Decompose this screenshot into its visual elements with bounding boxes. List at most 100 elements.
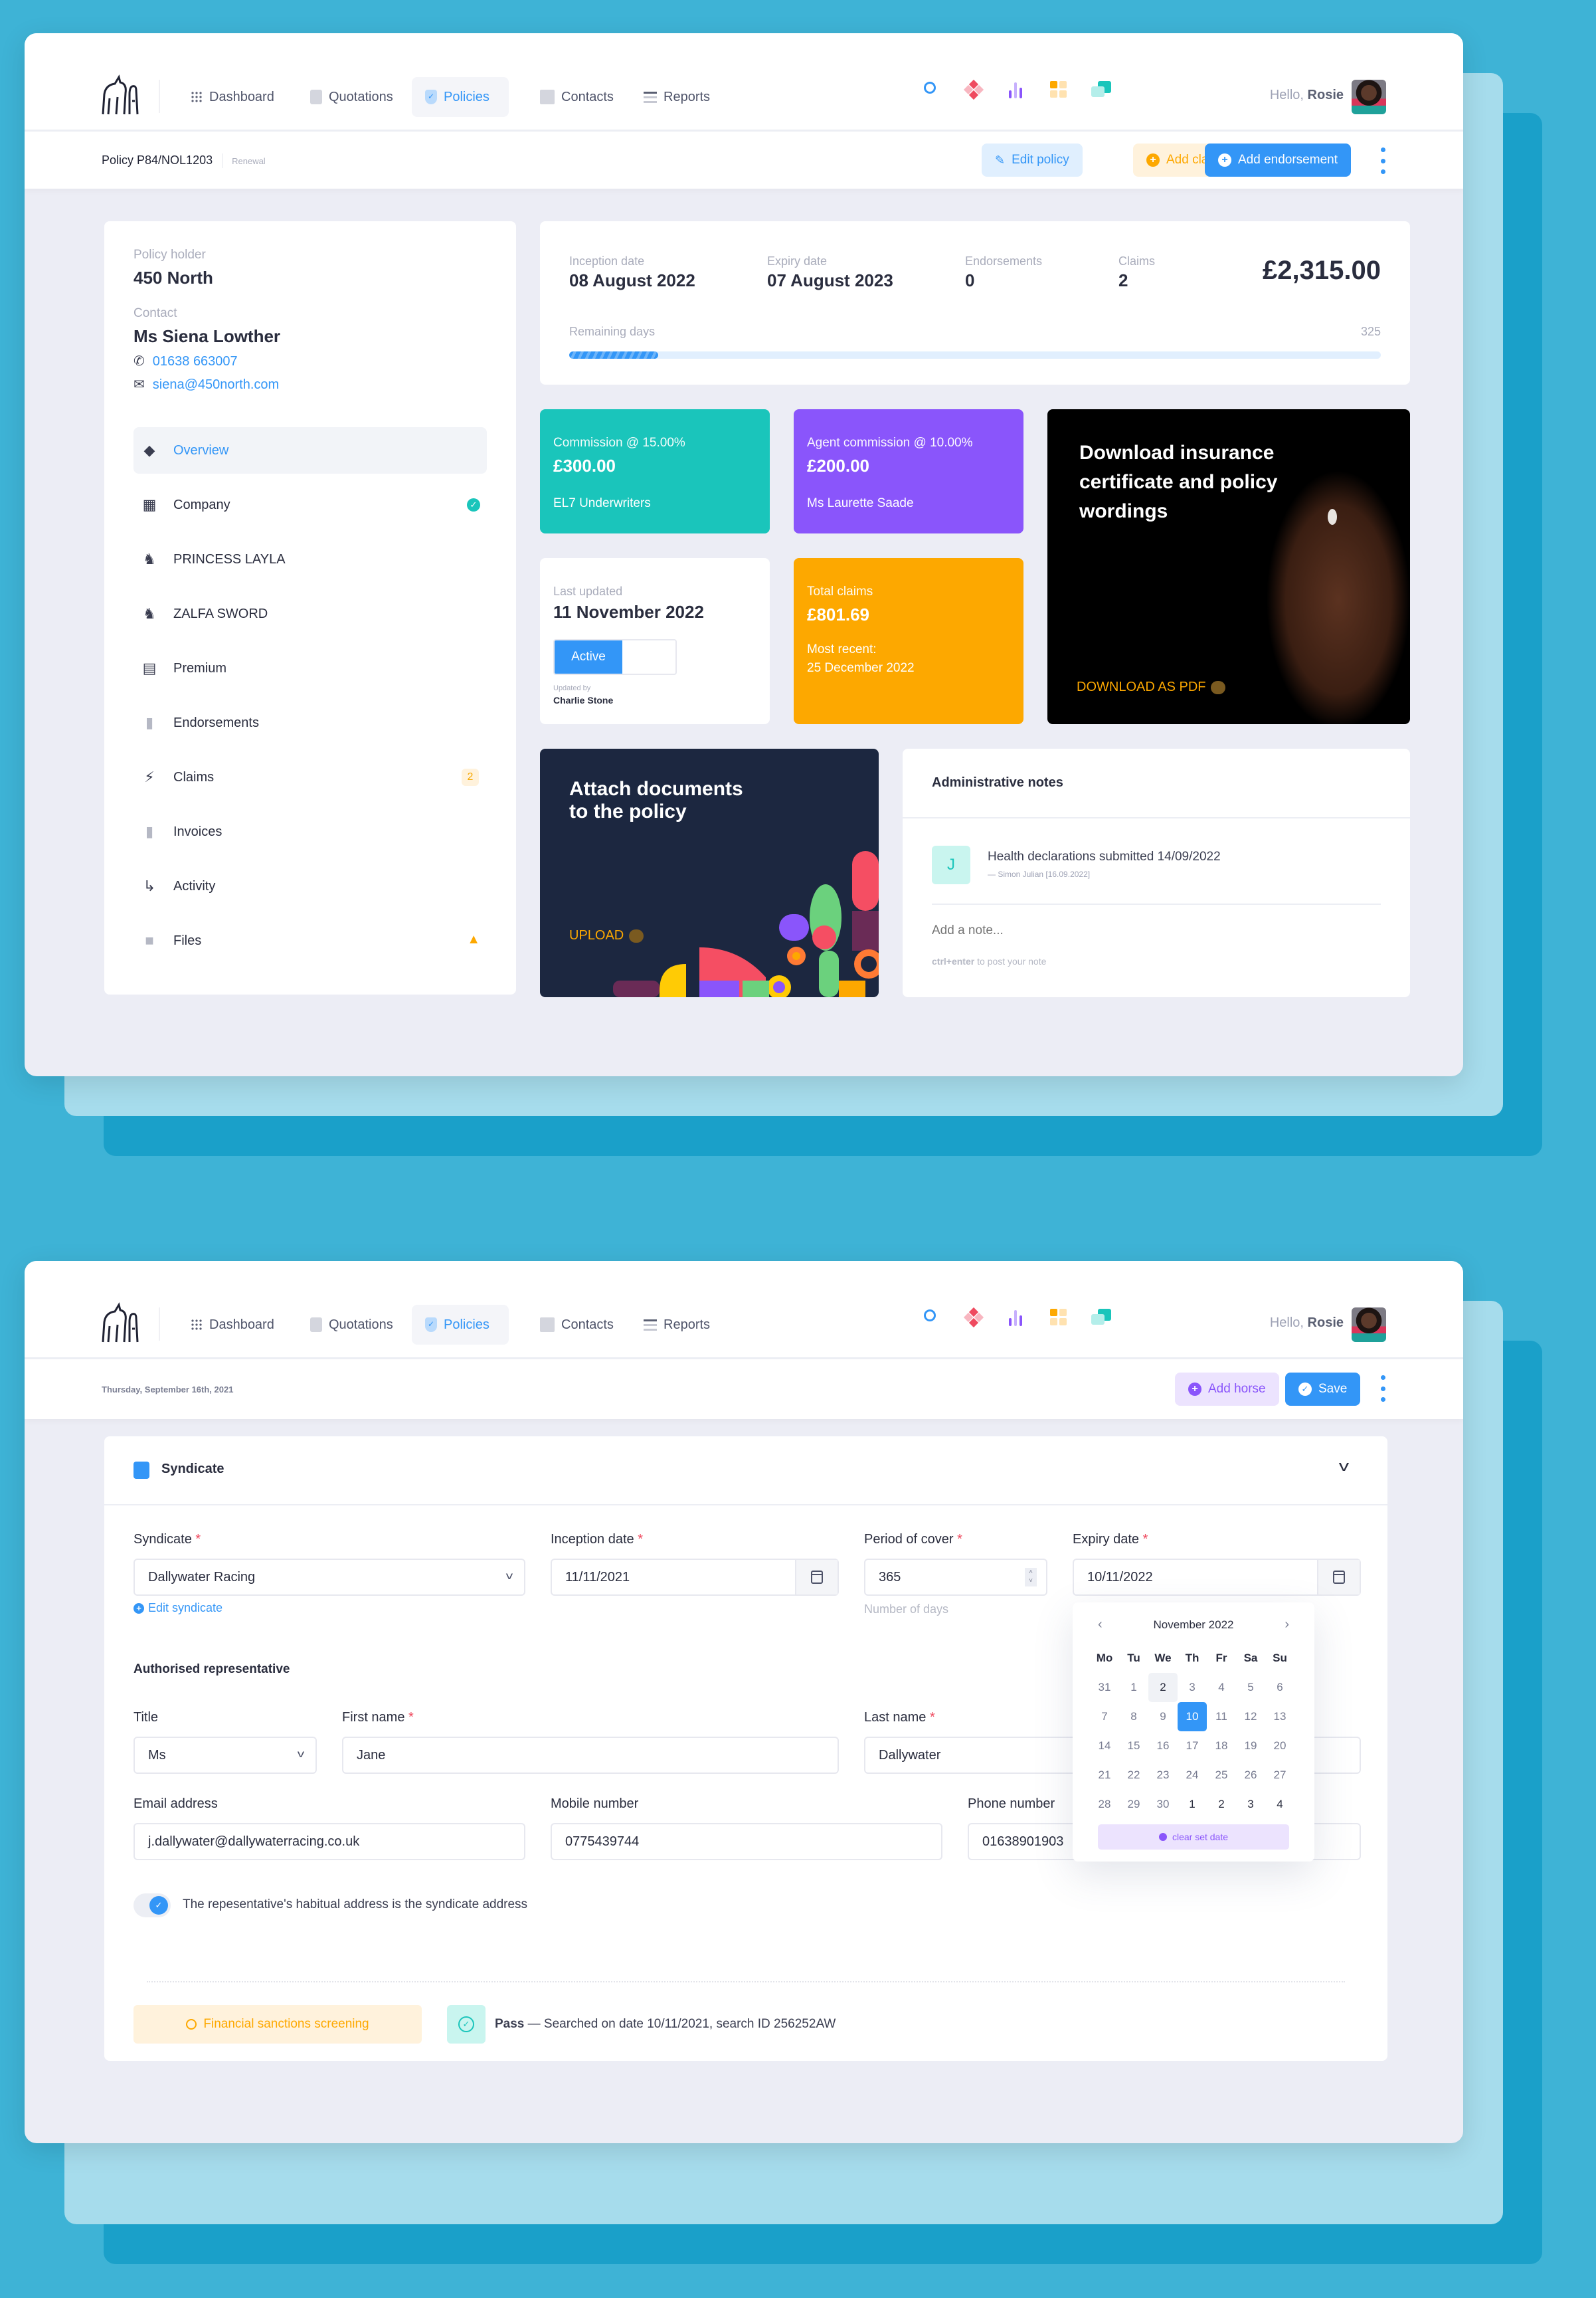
- bar-chart-icon[interactable]: [1006, 80, 1026, 100]
- calendar-day[interactable]: 20: [1265, 1731, 1294, 1761]
- contact-email[interactable]: ✉ siena@450north.com: [133, 376, 279, 393]
- attach-documents-card[interactable]: Attach documents to the policy UPLOAD: [540, 749, 879, 997]
- calendar-day[interactable]: 16: [1148, 1731, 1178, 1761]
- chevron-down-icon[interactable]: v: [1339, 1458, 1349, 1475]
- search-icon[interactable]: [921, 80, 941, 100]
- title-select[interactable]: Ms v: [133, 1737, 317, 1774]
- sidebar-item-activity[interactable]: ↳ Activity: [133, 863, 487, 910]
- calendar-day[interactable]: 25: [1207, 1761, 1236, 1790]
- nav-reports[interactable]: Reports: [630, 1305, 723, 1345]
- sidebar-item-endorsements[interactable]: ▮ Endorsements: [133, 700, 487, 746]
- calendar-day[interactable]: 26: [1236, 1761, 1265, 1790]
- add-horse-button[interactable]: + Add horse: [1175, 1373, 1279, 1406]
- first-name-input[interactable]: Jane: [342, 1737, 839, 1774]
- mobile-input[interactable]: 0775439744: [551, 1823, 942, 1860]
- email-input[interactable]: j.dallywater@dallywaterracing.co.uk: [133, 1823, 525, 1860]
- user-avatar[interactable]: [1352, 1307, 1386, 1342]
- calendar-day[interactable]: 22: [1119, 1761, 1148, 1790]
- status-toggle[interactable]: Active: [553, 639, 677, 675]
- sidebar-item-overview[interactable]: ◆ Overview: [133, 427, 487, 474]
- habitual-address-toggle[interactable]: ✓: [133, 1893, 171, 1917]
- tiles-icon[interactable]: [1049, 80, 1069, 100]
- edit-syndicate-link[interactable]: + Edit syndicate: [133, 1601, 222, 1615]
- tiles-icon[interactable]: [1049, 1307, 1069, 1327]
- sidebar-item-claims[interactable]: ⚡ Claims 2: [133, 754, 487, 801]
- status-active[interactable]: Active: [555, 640, 622, 674]
- expiry-date-input[interactable]: 10/11/2022: [1073, 1559, 1361, 1596]
- diamonds-icon[interactable]: [963, 79, 984, 100]
- calendar-day[interactable]: 1: [1119, 1673, 1148, 1702]
- calendar-day[interactable]: 19: [1236, 1731, 1265, 1761]
- sidebar-item-zalfa-sword[interactable]: ♞ ZALFA SWORD: [133, 591, 487, 637]
- calendar-day[interactable]: 3: [1178, 1673, 1207, 1702]
- calendar-button[interactable]: [1317, 1560, 1360, 1594]
- sidebar-item-premium[interactable]: ▤ Premium: [133, 645, 487, 692]
- add-note-input[interactable]: [932, 916, 1377, 945]
- search-icon[interactable]: [921, 1307, 941, 1327]
- nav-dashboard[interactable]: Dashboard: [177, 77, 288, 117]
- nav-policies[interactable]: ✓ Policies: [412, 1305, 509, 1345]
- calendar-day[interactable]: 9: [1148, 1702, 1178, 1731]
- calendar-day[interactable]: 6: [1265, 1673, 1294, 1702]
- calendar-day[interactable]: 24: [1178, 1761, 1207, 1790]
- number-stepper[interactable]: ˄ ˅: [1025, 1568, 1037, 1586]
- calendar-day[interactable]: 3: [1236, 1790, 1265, 1819]
- calendar-day[interactable]: 18: [1207, 1731, 1236, 1761]
- calendar-day[interactable]: 2: [1207, 1790, 1236, 1819]
- financial-sanctions-button[interactable]: Financial sanctions screening: [133, 2005, 422, 2044]
- more-options-icon[interactable]: [1379, 147, 1386, 174]
- calendar-day[interactable]: 4: [1207, 1673, 1236, 1702]
- calendar-day[interactable]: 11: [1207, 1702, 1236, 1731]
- calendar-day[interactable]: 7: [1090, 1702, 1119, 1731]
- diamonds-icon[interactable]: [963, 1307, 984, 1328]
- calendar-day[interactable]: 12: [1236, 1702, 1265, 1731]
- edit-policy-button[interactable]: ✎ Edit policy: [982, 144, 1083, 177]
- sidebar-item-invoices[interactable]: ▮ Invoices: [133, 809, 487, 855]
- calendar-day[interactable]: 10: [1178, 1702, 1207, 1731]
- calendar-day[interactable]: 8: [1119, 1702, 1148, 1731]
- calendar-day[interactable]: 13: [1265, 1702, 1294, 1731]
- save-button[interactable]: ✓ Save: [1285, 1373, 1361, 1406]
- nav-policies[interactable]: ✓ Policies: [412, 77, 509, 117]
- contact-phone[interactable]: ✆ 01638 663007: [133, 353, 238, 369]
- calendar-day[interactable]: 5: [1236, 1673, 1265, 1702]
- calendar-day[interactable]: 1: [1178, 1790, 1207, 1819]
- pencil-icon: ✎: [995, 153, 1006, 167]
- calendar-day[interactable]: 23: [1148, 1761, 1178, 1790]
- nav-dashboard[interactable]: Dashboard: [177, 1305, 288, 1345]
- bar-chart-icon[interactable]: [1006, 1307, 1026, 1327]
- sidebar-item-files[interactable]: ■ Files ▲: [133, 917, 487, 964]
- calendar-day[interactable]: 17: [1178, 1731, 1207, 1761]
- clear-set-date-button[interactable]: clear set date: [1098, 1824, 1289, 1850]
- calendar-day[interactable]: 30: [1148, 1790, 1178, 1819]
- nav-quotations[interactable]: Quotations: [297, 77, 406, 117]
- sidebar-item-princess-layla[interactable]: ♞ PRINCESS LAYLA: [133, 536, 487, 583]
- download-pdf-link[interactable]: DOWNLOAD AS PDF: [1077, 680, 1226, 695]
- period-of-cover-input[interactable]: 365 ˄ ˅: [864, 1559, 1047, 1596]
- calendar-day[interactable]: 21: [1090, 1761, 1119, 1790]
- calendar-day[interactable]: 29: [1119, 1790, 1148, 1819]
- calendar-day[interactable]: 2: [1148, 1673, 1178, 1702]
- section-header[interactable]: Syndicate v: [104, 1436, 1387, 1505]
- user-avatar[interactable]: [1352, 80, 1386, 114]
- chat-icon[interactable]: [1091, 80, 1111, 100]
- calendar-button[interactable]: [795, 1560, 838, 1594]
- sidebar-item-company[interactable]: ▦ Company ✓: [133, 482, 487, 528]
- calendar-day[interactable]: 15: [1119, 1731, 1148, 1761]
- nav-quotations[interactable]: Quotations: [297, 1305, 406, 1345]
- calendar-day[interactable]: 4: [1265, 1790, 1294, 1819]
- more-options-icon[interactable]: [1379, 1375, 1386, 1402]
- inception-date-input[interactable]: 11/11/2021: [551, 1559, 839, 1596]
- next-month-button[interactable]: ›: [1285, 1617, 1289, 1632]
- calendar-day[interactable]: 14: [1090, 1731, 1119, 1761]
- download-certificate-card[interactable]: Download insurance certificate and polic…: [1047, 409, 1410, 724]
- calendar-day[interactable]: 27: [1265, 1761, 1294, 1790]
- nav-contacts[interactable]: Contacts: [527, 1305, 627, 1345]
- calendar-day[interactable]: 28: [1090, 1790, 1119, 1819]
- nav-reports[interactable]: Reports: [630, 77, 723, 117]
- calendar-day[interactable]: 31: [1090, 1673, 1119, 1702]
- nav-contacts[interactable]: Contacts: [527, 77, 627, 117]
- syndicate-select[interactable]: Dallywater Racing v: [133, 1559, 525, 1596]
- chat-icon[interactable]: [1091, 1307, 1111, 1327]
- add-endorsement-button[interactable]: + Add endorsement: [1205, 144, 1351, 177]
